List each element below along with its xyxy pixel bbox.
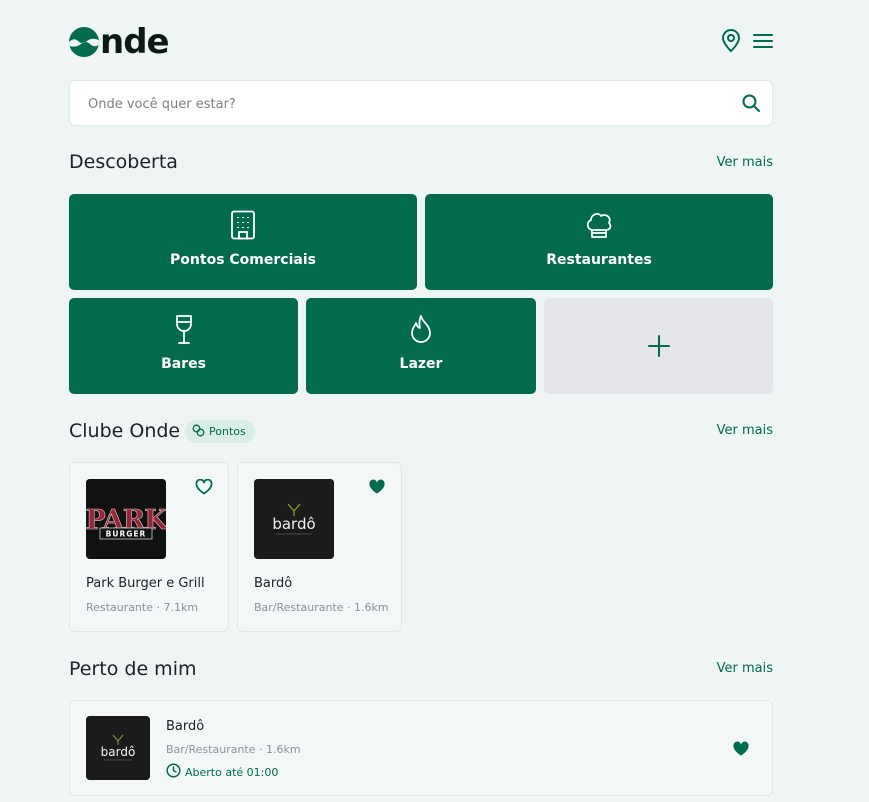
category-pontos-comerciais[interactable]: Pontos Comerciais [69,194,417,290]
svg-text:bardô: bardô [272,515,315,533]
nearby-see-more-link[interactable]: Ver mais [717,661,773,676]
points-badge[interactable]: Pontos [185,420,255,443]
favorite-heart-filled-icon[interactable] [732,741,750,761]
header-actions [721,29,773,57]
wine-glass-icon [174,314,194,350]
bardo-logo: bardô [254,479,334,559]
points-badge-label: Pontos [209,425,246,438]
favorite-heart-outline-icon[interactable] [195,478,213,499]
club-card[interactable]: PARK BURGER Park Burger e Grill Restaura… [69,462,229,632]
place-meta: Bar/Restaurante · 1.6km [254,601,389,614]
search-bar [69,80,773,127]
logo-text: nde [100,22,170,62]
club-see-more-link[interactable]: Ver mais [717,423,773,438]
nearby-title: Perto de mim [69,658,197,680]
discovery-see-more-link[interactable]: Ver mais [717,155,773,170]
park-burger-logo: PARK BURGER [86,479,166,559]
clock-icon [166,763,181,781]
category-label: Restaurantes [546,252,652,268]
logo[interactable]: nde [69,22,170,62]
category-label: Pontos Comerciais [170,252,316,268]
nearby-list-item[interactable]: bardô Bardô Bar/Restaurante · 1.6km Aber… [69,700,773,796]
open-status: Aberto até 01:00 [166,763,278,781]
open-status-label: Aberto até 01:00 [185,765,279,779]
category-bares[interactable]: Bares [69,298,298,394]
map-pin-icon[interactable] [721,29,741,57]
club-title: Clube Onde [69,420,181,442]
chef-hat-icon [585,210,613,244]
building-icon [230,210,256,244]
place-meta: Bar/Restaurante · 1.6km [166,743,301,756]
search-input[interactable] [86,81,730,127]
search-icon[interactable] [742,94,760,116]
category-label: Lazer [399,356,443,372]
svg-text:bardô: bardô [101,745,136,759]
discovery-title: Descoberta [69,151,178,173]
category-restaurantes[interactable]: Restaurantes [425,194,773,290]
plus-icon [647,334,671,362]
add-category-button[interactable] [544,298,773,394]
place-name: Bardô [166,719,205,734]
place-name: Park Burger e Grill [86,576,205,591]
category-label: Bares [161,356,206,372]
category-lazer[interactable]: Lazer [306,298,536,394]
coins-icon [192,424,205,440]
club-card[interactable]: bardô Bardô Bar/Restaurante · 1.6km [237,462,402,632]
place-name: Bardô [254,576,293,591]
logo-wave-icon [69,27,99,57]
header: nde [69,22,773,62]
favorite-heart-filled-icon[interactable] [368,479,386,499]
bardo-logo: bardô [86,716,150,780]
menu-icon[interactable] [753,33,773,53]
flame-icon [409,314,433,348]
place-meta: Restaurante · 7.1km [86,601,199,614]
svg-text:BURGER: BURGER [106,530,147,539]
